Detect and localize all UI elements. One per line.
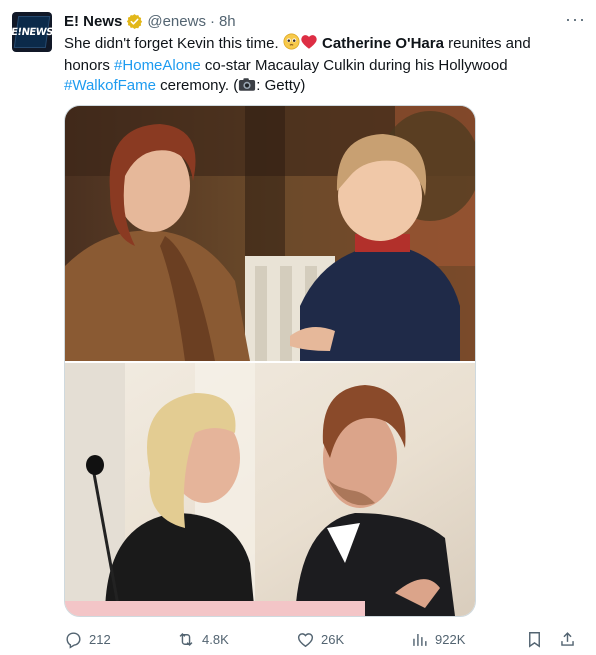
reply-button[interactable]: 212 — [64, 628, 111, 650]
like-count: 26K — [321, 631, 345, 647]
tweet-time[interactable]: 8h — [219, 13, 236, 30]
tweet-text: She didn't forget Kevin this time. Cathe… — [64, 33, 569, 98]
views-button[interactable]: 922K — [410, 628, 465, 650]
red-heart-emoji — [300, 33, 318, 56]
like-button[interactable]: 26K — [296, 628, 344, 650]
views-count: 922K — [435, 631, 466, 647]
pleading-face-emoji — [283, 33, 300, 56]
repost-count: 4.8K — [202, 631, 229, 647]
reply-icon — [64, 630, 83, 649]
mention-name[interactable]: Catherine O'Hara — [322, 35, 444, 52]
camera-emoji — [238, 77, 256, 98]
text-part: ceremony. ( — [155, 77, 239, 94]
like-icon — [296, 630, 315, 649]
verified-badge-icon — [126, 13, 143, 30]
author-avatar[interactable]: E!NEWS — [12, 12, 52, 52]
photo-ceremony-embrace[interactable] — [65, 363, 475, 616]
text-part: : Getty) — [256, 77, 306, 94]
repost-button[interactable]: 4.8K — [176, 628, 229, 650]
separator-dot: · — [209, 12, 215, 30]
avatar-logo-text: E!NEWS — [12, 16, 52, 48]
views-icon — [410, 630, 429, 649]
reply-count: 212 — [89, 631, 111, 647]
text-part: She didn't forget Kevin this time. — [64, 35, 283, 52]
text-part: co-star Macaulay Culkin during his Holly… — [200, 57, 508, 74]
tweet-media[interactable] — [64, 105, 476, 617]
share-button[interactable] — [558, 628, 577, 650]
tweet-actions: 212 4.8K 26K 922K — [64, 628, 584, 650]
tweet-header: E! News @enews · 8h — [64, 11, 584, 31]
author-name[interactable]: E! News — [64, 13, 122, 30]
bookmark-button[interactable] — [525, 628, 544, 650]
photo-kitchen-scene[interactable] — [65, 106, 475, 361]
author-handle[interactable]: @enews — [147, 13, 206, 30]
hashtag-walkoffame[interactable]: #WalkofFame — [64, 77, 156, 94]
share-icon — [558, 630, 577, 649]
repost-icon — [176, 630, 196, 649]
bookmark-icon — [525, 630, 544, 649]
more-icon[interactable]: ··· — [565, 10, 586, 28]
hashtag-homealone[interactable]: #HomeAlone — [114, 57, 201, 74]
